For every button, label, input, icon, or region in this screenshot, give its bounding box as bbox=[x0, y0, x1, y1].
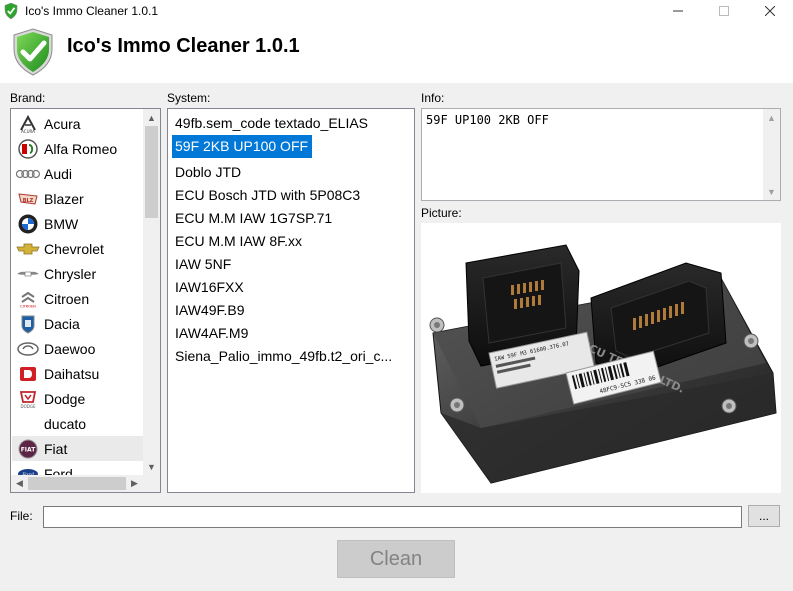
dodge-logo-icon: DODGE bbox=[16, 389, 40, 409]
system-item[interactable]: Doblo JTD bbox=[172, 161, 412, 184]
system-items: 49fb.sem_code textado_ELIAS 59F 2KB UP10… bbox=[172, 112, 412, 368]
system-item[interactable]: IAW4AF.M9 bbox=[172, 322, 412, 345]
system-listbox[interactable]: 49fb.sem_code textado_ELIAS 59F 2KB UP10… bbox=[167, 108, 415, 493]
brand-item-chrysler[interactable]: Chrysler bbox=[12, 261, 144, 286]
info-textarea[interactable]: 59F UP100 2KB OFF ▲ ▼ bbox=[421, 108, 781, 201]
brand-item-dodge[interactable]: DODGE Dodge bbox=[12, 386, 144, 411]
minimize-icon bbox=[673, 10, 683, 12]
brand-item-label: Chevrolet bbox=[44, 240, 104, 257]
brand-item-label: Audi bbox=[44, 165, 73, 182]
bmw-logo-icon bbox=[16, 214, 40, 234]
brand-item-chevrolet[interactable]: Chevrolet bbox=[12, 236, 144, 261]
svg-text:BLZ: BLZ bbox=[23, 198, 34, 204]
system-item[interactable]: ECU M.M IAW 8F.xx bbox=[172, 230, 412, 253]
dacia-logo-icon bbox=[16, 314, 40, 334]
ecu-picture: ECU TESTING LTD. IAW 59F M3 61600.376.07… bbox=[421, 223, 781, 493]
brand-item-daewoo[interactable]: Daewoo bbox=[12, 336, 144, 361]
info-label: Info: bbox=[421, 91, 445, 105]
file-path-input[interactable] bbox=[43, 506, 742, 528]
system-item[interactable]: ECU Bosch JTD with 5P08C3 bbox=[172, 184, 412, 207]
info-text: 59F UP100 2KB OFF bbox=[426, 113, 549, 127]
app-header: Ico's Immo Cleaner 1.0.1 bbox=[0, 22, 793, 83]
window-title: Ico's Immo Cleaner 1.0.1 bbox=[25, 4, 159, 18]
brand-item-label: BMW bbox=[44, 215, 79, 232]
brand-item-label: Dacia bbox=[44, 315, 80, 332]
scroll-right-icon[interactable]: ▶ bbox=[126, 475, 143, 492]
empty-logo bbox=[16, 414, 40, 434]
alfa-romeo-logo-icon bbox=[16, 138, 40, 159]
brand-item-citroen[interactable]: CITROEN Citroen bbox=[12, 286, 144, 311]
daewoo-logo-icon bbox=[16, 339, 40, 359]
system-item[interactable]: 49fb.sem_code textado_ELIAS bbox=[172, 112, 412, 135]
svg-text:ACURA: ACURA bbox=[21, 129, 35, 133]
svg-text:FIAT: FIAT bbox=[21, 446, 37, 453]
brand-item-label: Alfa Romeo bbox=[44, 140, 118, 157]
minimize-button[interactable] bbox=[655, 0, 701, 22]
blazer-logo-icon: BLZ bbox=[16, 189, 40, 209]
scroll-up-icon[interactable]: ▲ bbox=[143, 109, 160, 126]
brand-item-label: Citroen bbox=[44, 290, 90, 307]
brand-item-daihatsu[interactable]: Daihatsu bbox=[12, 361, 144, 386]
system-item[interactable]: IAW49F.B9 bbox=[172, 299, 412, 322]
system-item[interactable]: Siena_Palio_immo_49fb.t2_ori_c... bbox=[172, 345, 412, 368]
scroll-thumb[interactable] bbox=[28, 477, 126, 490]
brand-item-dacia[interactable]: Dacia bbox=[12, 311, 144, 336]
brand-listbox[interactable]: ACURA Acura Alfa Romeo Audi BLZ Blazer B… bbox=[10, 108, 161, 493]
close-button[interactable] bbox=[747, 0, 793, 22]
main-window: Ico's Immo Cleaner 1.0.1 Ico's Immo Clea… bbox=[0, 0, 793, 591]
brand-vertical-scrollbar[interactable]: ▲ ▼ bbox=[143, 109, 160, 475]
brand-item-label: Acura bbox=[44, 115, 81, 132]
brand-item-label: Blazer bbox=[44, 190, 84, 207]
chrysler-logo-icon bbox=[16, 264, 40, 284]
brand-item-label: Chrysler bbox=[44, 265, 97, 282]
ecu-image: ECU TESTING LTD. IAW 59F M3 61600.376.07… bbox=[429, 244, 777, 484]
system-label: System: bbox=[167, 91, 211, 105]
scroll-up-icon[interactable]: ▲ bbox=[763, 109, 780, 126]
brand-item-blazer[interactable]: BLZ Blazer bbox=[12, 186, 144, 211]
system-item[interactable]: ECU M.M IAW 1G7SP.71 bbox=[172, 207, 412, 230]
acura-logo-icon: ACURA bbox=[16, 114, 40, 134]
chevrolet-logo-icon bbox=[16, 239, 40, 259]
scroll-down-icon[interactable]: ▼ bbox=[763, 183, 780, 200]
shield-check-icon bbox=[4, 3, 18, 19]
svg-text:DODGE: DODGE bbox=[21, 404, 36, 409]
browse-button[interactable]: ... bbox=[748, 505, 780, 527]
system-item-selected[interactable]: 59F 2KB UP100 OFF bbox=[172, 135, 313, 158]
picture-label: Picture: bbox=[421, 206, 462, 220]
clean-button[interactable]: Clean bbox=[337, 540, 455, 578]
brand-horizontal-scrollbar[interactable]: ◀ ▶ bbox=[11, 475, 160, 492]
app-title: Ico's Immo Cleaner 1.0.1 bbox=[67, 35, 300, 57]
brand-item-label: Daewoo bbox=[44, 340, 96, 357]
brand-label: Brand: bbox=[10, 91, 46, 105]
maximize-button[interactable] bbox=[701, 0, 747, 22]
svg-text:CITROEN: CITROEN bbox=[20, 304, 36, 308]
brand-item-label: ducato bbox=[44, 415, 87, 432]
brand-item-alfa-romeo[interactable]: Alfa Romeo bbox=[12, 136, 144, 161]
brand-item-ducato[interactable]: ducato bbox=[12, 411, 144, 436]
brand-item-fiat[interactable]: FIAT Fiat bbox=[12, 436, 144, 461]
system-item[interactable]: IAW 5NF bbox=[172, 253, 412, 276]
brand-items: ACURA Acura Alfa Romeo Audi BLZ Blazer B… bbox=[12, 111, 144, 486]
daihatsu-logo-icon bbox=[16, 364, 40, 384]
audi-logo-icon bbox=[16, 164, 40, 184]
brand-item-bmw[interactable]: BMW bbox=[12, 211, 144, 236]
title-bar[interactable]: Ico's Immo Cleaner 1.0.1 bbox=[0, 0, 793, 22]
info-scrollbar[interactable]: ▲ ▼ bbox=[763, 109, 780, 200]
maximize-icon bbox=[719, 6, 729, 16]
citroen-logo-icon: CITROEN bbox=[16, 289, 40, 309]
brand-item-label: Fiat bbox=[44, 440, 68, 457]
shield-check-icon bbox=[13, 28, 53, 76]
file-label: File: bbox=[10, 509, 33, 523]
scroll-thumb[interactable] bbox=[145, 126, 158, 218]
fiat-logo-icon: FIAT bbox=[16, 439, 40, 459]
scroll-down-icon[interactable]: ▼ bbox=[143, 458, 160, 475]
system-item[interactable]: IAW16FXX bbox=[172, 276, 412, 299]
brand-item-audi[interactable]: Audi bbox=[12, 161, 144, 186]
brand-item-label: Dodge bbox=[44, 390, 86, 407]
scroll-left-icon[interactable]: ◀ bbox=[11, 475, 28, 492]
brand-item-acura[interactable]: ACURA Acura bbox=[12, 111, 144, 136]
brand-item-label: Daihatsu bbox=[44, 365, 100, 382]
close-icon bbox=[765, 6, 775, 16]
